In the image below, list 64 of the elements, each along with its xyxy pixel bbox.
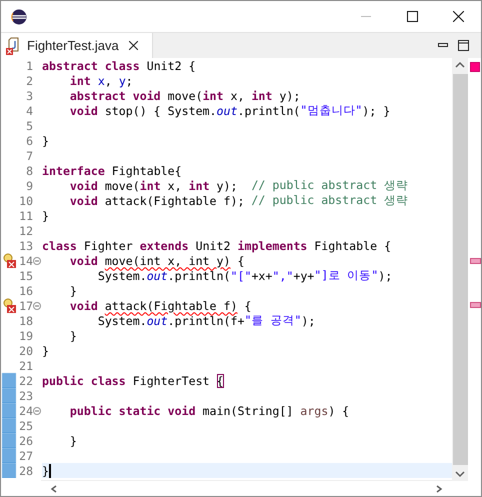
line-number: 16 [18,284,33,298]
code-line: abstract void move(int x, int y); [68,88,302,103]
scroll-down-icon[interactable] [455,470,465,478]
line-number: 21 [18,358,33,372]
collapse-icon[interactable] [33,302,41,310]
line-number: 10 [18,194,33,208]
error-marker[interactable] [470,258,481,264]
editor-tab[interactable]: FighterTest.java [1,33,153,58]
line-number: 20 [18,344,33,358]
line-number: 25 [18,418,33,432]
code-line: void attack(Fightable f); // public abstract 생략 [68,193,410,208]
code-line: void stop() { System.out.println("멈춥니다"); } [68,103,392,118]
code-line: System.out.println(f+"를 공격"); [96,313,316,328]
code-line: class Fighter extends Unit2 implements Fightable { [42,238,392,253]
line-number: 12 [18,224,33,238]
line-number: 26 [18,434,33,448]
line-number: 19 [18,328,33,342]
scroll-up-icon[interactable] [455,61,465,69]
line-number: 6 [25,134,33,148]
line-number: 1 [25,58,33,72]
line-number: 22 [18,374,33,388]
code-line: } [68,433,78,448]
code-line: interface Fightable{ [42,163,183,178]
error-bulb-icon[interactable] [2,298,16,313]
eclipse-logo-icon [11,8,27,24]
maximize-icon[interactable] [406,11,418,22]
collapse-icon[interactable] [33,406,41,414]
line-number: 4 [25,104,33,118]
code-line: } [42,133,50,148]
line-number: 3 [25,88,33,102]
tab-label: FighterTest.java [27,38,119,53]
line-number: 18 [18,314,33,328]
code-line: public static void main(String[] args) { [68,403,350,418]
code-line: } [68,328,78,343]
scroll-right-icon[interactable] [434,484,444,492]
line-number: 17 [18,298,33,312]
line-number: 15 [18,268,33,282]
close-icon[interactable] [452,11,464,22]
code-line: abstract class Unit2 { [42,58,197,73]
line-number: 14 [18,254,33,268]
line-number: 27 [18,448,33,462]
line-number: 11 [18,208,33,222]
error-marker[interactable] [470,302,481,308]
line-number: 5 [25,118,33,132]
line-number: 23 [18,388,33,402]
scroll-left-icon[interactable] [49,484,59,492]
code-line: void attack(Fightable f) { [68,298,252,313]
line-number: 24 [18,404,33,418]
code-line: int x, y; [68,73,134,88]
line-number: 13 [18,238,33,252]
line-number: 28 [18,464,33,478]
line-number: 7 [25,148,33,162]
code-line: void move(int x, int y) { [68,253,246,268]
code-line: public class FighterTest { [42,373,224,388]
line-number: 8 [25,164,33,178]
code-line: } [42,208,50,223]
code-line: void move(int x, int y); // public abstract 생략 [68,178,410,193]
code-line: } [68,283,78,298]
collapse-icon[interactable] [33,256,41,264]
line-number: 2 [25,74,33,88]
error-bulb-icon[interactable] [2,253,16,268]
code-line: } [42,343,50,358]
line-number: 9 [25,178,33,192]
code-line: System.out.println("["+x+","+y+"]로 이동"); [96,268,394,283]
